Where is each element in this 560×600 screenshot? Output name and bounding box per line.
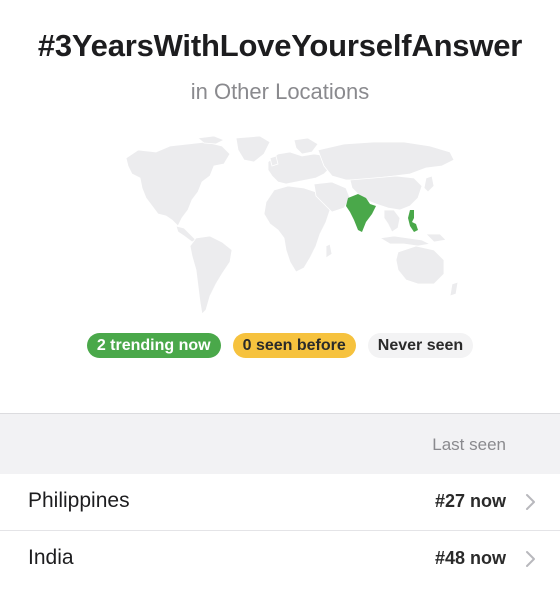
rank-value: #27 now (434, 491, 506, 511)
location-row-philippines[interactable]: Philippines #27 now (0, 474, 560, 531)
location-row-india[interactable]: India #48 now (0, 531, 560, 587)
south-america-shape (189, 235, 233, 315)
japan-shape (423, 175, 435, 193)
new-zealand-shape (449, 281, 459, 297)
legend: 2 trending now 0 seen before Never seen (0, 333, 560, 358)
greenland-shape (235, 135, 271, 163)
last-seen-column-header: Last seen (432, 435, 506, 454)
seen-before-badge: 0 seen before (232, 333, 356, 358)
central-america-shape (175, 225, 197, 243)
indonesia-shape (378, 235, 432, 247)
never-seen-badge: Never seen (367, 333, 474, 358)
trending-badge: 2 trending now (86, 333, 221, 358)
page: #3YearsWithLoveYourselfAnswer in Other L… (0, 0, 560, 600)
world-map (125, 135, 459, 315)
australia-shape (395, 245, 445, 285)
country-name: India (28, 546, 74, 569)
scandinavia-shape (293, 137, 319, 155)
new-guinea-shape (425, 233, 447, 243)
rank-value: #48 now (434, 548, 506, 568)
southeast-asia-shape (383, 209, 401, 233)
asia-north-shape (317, 141, 455, 181)
madagascar-shape (325, 243, 333, 259)
chevron-right-icon (526, 551, 535, 567)
country-name: Philippines (28, 489, 130, 512)
chevron-right-icon (526, 494, 535, 510)
table-header: Last seen (0, 413, 560, 475)
north-america-shape (125, 141, 231, 227)
philippines-highlight (408, 210, 418, 232)
page-subtitle: in Other Locations (190, 79, 370, 104)
page-title: #3YearsWithLoveYourselfAnswer (37, 28, 523, 63)
